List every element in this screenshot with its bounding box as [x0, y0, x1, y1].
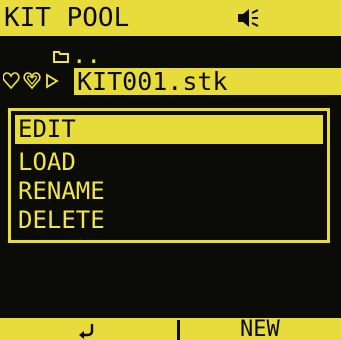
menu-item-label: LOAD: [18, 148, 76, 176]
file-name-label: KIT001.stk: [77, 67, 228, 96]
menu-item-rename[interactable]: RENAME: [15, 177, 323, 206]
page-title: KIT POOL: [4, 3, 130, 33]
folder-icon: [53, 51, 69, 63]
file-status-icons: [3, 72, 59, 90]
context-menu: EDIT LOAD RENAME DELETE: [8, 108, 330, 243]
footer-divider: [177, 320, 180, 340]
device-screen: KIT POOL .. KIT001.stk EDIT LOAD RENAME …: [0, 0, 341, 340]
menu-item-label: RENAME: [18, 177, 105, 205]
menu-item-delete[interactable]: DELETE: [15, 206, 323, 235]
header-bar: KIT POOL: [0, 0, 341, 36]
new-softkey[interactable]: NEW: [240, 318, 280, 340]
heart-double-icon: [23, 72, 41, 90]
selected-file-item[interactable]: KIT001.stk: [74, 68, 341, 95]
menu-item-load[interactable]: LOAD: [15, 148, 323, 177]
heart-outline-icon: [3, 72, 20, 90]
speaker-mute-icon: [238, 9, 259, 27]
footer-softkey-bar: [0, 318, 341, 340]
menu-item-edit[interactable]: EDIT: [15, 115, 323, 144]
return-arrow-icon[interactable]: [78, 322, 98, 340]
menu-item-label: DELETE: [18, 206, 105, 234]
menu-item-label: EDIT: [18, 115, 76, 143]
play-arrow-icon: [46, 73, 59, 89]
parent-folder-label: ..: [72, 41, 101, 69]
